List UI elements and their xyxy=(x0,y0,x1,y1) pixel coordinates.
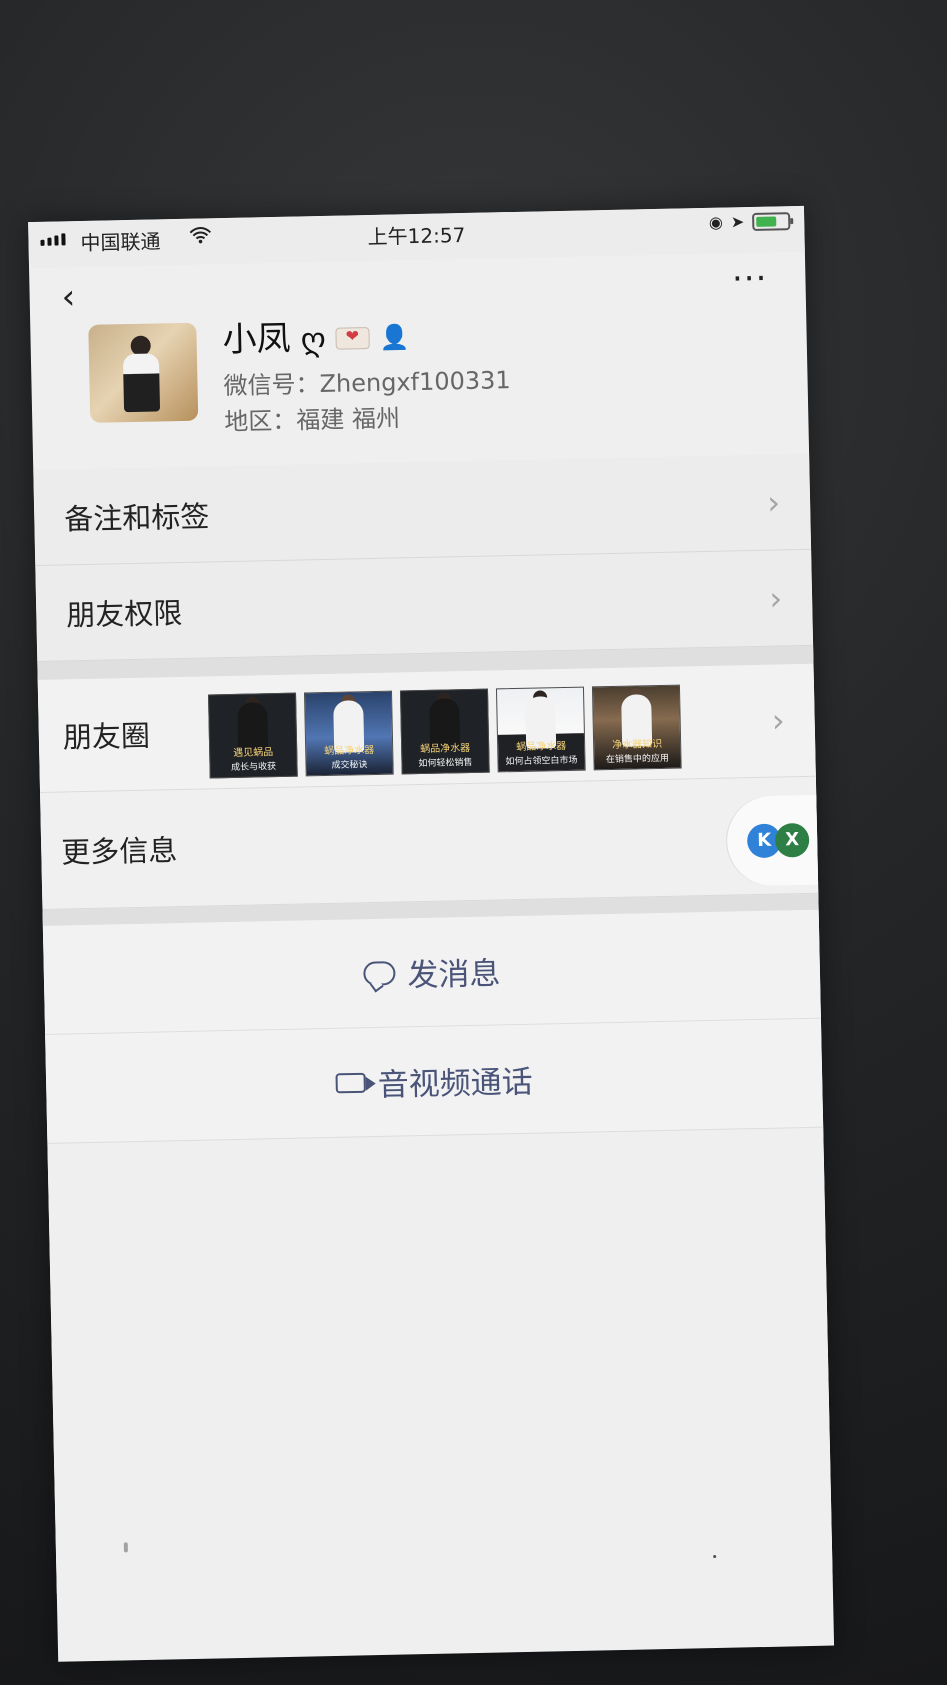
menu-item-label: 备注和标签 xyxy=(63,498,210,536)
thumb-subtitle: 在销售中的应用 xyxy=(605,753,670,766)
menu-item-notes-tags[interactable]: 备注和标签 › xyxy=(33,453,812,567)
avatar[interactable] xyxy=(88,322,199,423)
thumb-title: 遇见蜗品 xyxy=(233,747,274,759)
menu-item-friend-permissions[interactable]: 朋友权限 › xyxy=(35,549,814,663)
battery-level xyxy=(756,216,776,227)
x-app-icon[interactable]: X xyxy=(774,822,810,858)
profile-menu: 备注和标签 › 朋友权限 › 朋友圈 遇见蜗品 成长与收获 蜗品净水器 成交秘诀… xyxy=(33,453,835,1594)
floating-app-bubbles[interactable]: K X xyxy=(726,794,835,887)
screen-speck xyxy=(123,1542,128,1553)
video-call-label: 音视频通话 xyxy=(377,1064,534,1104)
wechat-profile-screen: 中国联通 上午12:57 ◉ ➤ ‹ ··· 小凤 ღ ❤ 👤 微信号：Zhen… xyxy=(28,205,835,1662)
moments-thumb[interactable]: 遇见蜗品 成长与收获 xyxy=(208,692,298,779)
more-info-label: 更多信息 xyxy=(60,833,178,870)
person-icon: 👤 xyxy=(379,323,410,352)
profile-name: 小凤 xyxy=(222,318,292,361)
thumb-title: 蜗品净水器 xyxy=(420,742,471,756)
status-right-group: ◉ ➤ xyxy=(709,212,791,232)
chat-bubble-icon xyxy=(363,960,396,986)
region: 地区：福建 福州 xyxy=(224,404,401,437)
thumb-title: 蜗品净水器 xyxy=(324,744,375,758)
status-time: 上午12:57 xyxy=(367,222,466,250)
moments-thumb[interactable]: 蜗品净水器 如何轻松销售 xyxy=(399,688,490,775)
wifi-icon xyxy=(189,227,212,244)
moments-label: 朋友圈 xyxy=(62,718,151,755)
moments-thumb[interactable]: 蜗品净水器 成交秘诀 xyxy=(303,690,394,777)
heart-envelope-icon xyxy=(335,326,370,350)
carrier-label: 中国联通 xyxy=(80,229,161,256)
thumb-subtitle: 如何轻松销售 xyxy=(418,757,473,770)
send-message-content: 发消息 xyxy=(363,948,501,996)
rotation-lock-icon: ◉ xyxy=(708,212,724,232)
more-icon[interactable]: ··· xyxy=(732,259,768,300)
menu-item-label: 朋友权限 xyxy=(65,595,183,632)
signal-icon xyxy=(40,233,66,246)
avatar-person-body xyxy=(122,353,161,413)
moments-thumbnails[interactable]: 遇见蜗品 成长与收获 蜗品净水器 成交秘诀 蜗品净水器 如何轻松销售 蜗品净水器… xyxy=(208,684,682,779)
chevron-right-icon: › xyxy=(771,701,786,740)
empty-area xyxy=(47,1127,833,1594)
battery-icon xyxy=(752,212,791,231)
video-camera-icon xyxy=(335,1072,366,1093)
moments-thumb[interactable]: 净水器知识 在销售中的应用 xyxy=(591,684,682,771)
chevron-right-icon: › xyxy=(768,578,783,618)
thumb-subtitle: 如何占领空白市场 xyxy=(505,755,578,768)
wechat-id: 微信号：Zhengxf100331 xyxy=(223,366,511,401)
video-call-content: 音视频通话 xyxy=(335,1056,533,1105)
thumb-subtitle: 成交秘诀 xyxy=(331,760,368,771)
location-icon: ➤ xyxy=(730,212,745,232)
photo-scene: 中国联通 上午12:57 ◉ ➤ ‹ ··· 小凤 ღ ❤ 👤 微信号：Zhen… xyxy=(0,0,947,1685)
profile-name-row: 小凤 ღ 👤 xyxy=(222,318,410,360)
moments-row[interactable]: 朋友圈 遇见蜗品 成长与收获 蜗品净水器 成交秘诀 蜗品净水器 如何轻松销售 蜗… xyxy=(37,663,816,794)
send-message-label: 发消息 xyxy=(407,955,501,994)
thumb-title: 净水器知识 xyxy=(612,738,663,752)
send-message-row[interactable]: 发消息 xyxy=(42,909,821,1035)
thumb-subtitle: 成长与收获 xyxy=(230,762,277,773)
chevron-right-icon: › xyxy=(766,482,781,522)
back-icon[interactable]: ‹ xyxy=(61,277,75,317)
name-suffix: ღ xyxy=(300,319,327,359)
more-info-row[interactable]: 更多信息 K X xyxy=(40,776,835,910)
video-call-row[interactable]: 音视频通话 xyxy=(45,1018,824,1144)
moments-thumb[interactable]: 蜗品净水器 如何占领空白市场 xyxy=(495,686,586,773)
screen-speck xyxy=(713,1555,717,1559)
thumb-title: 蜗品净水器 xyxy=(516,740,567,754)
